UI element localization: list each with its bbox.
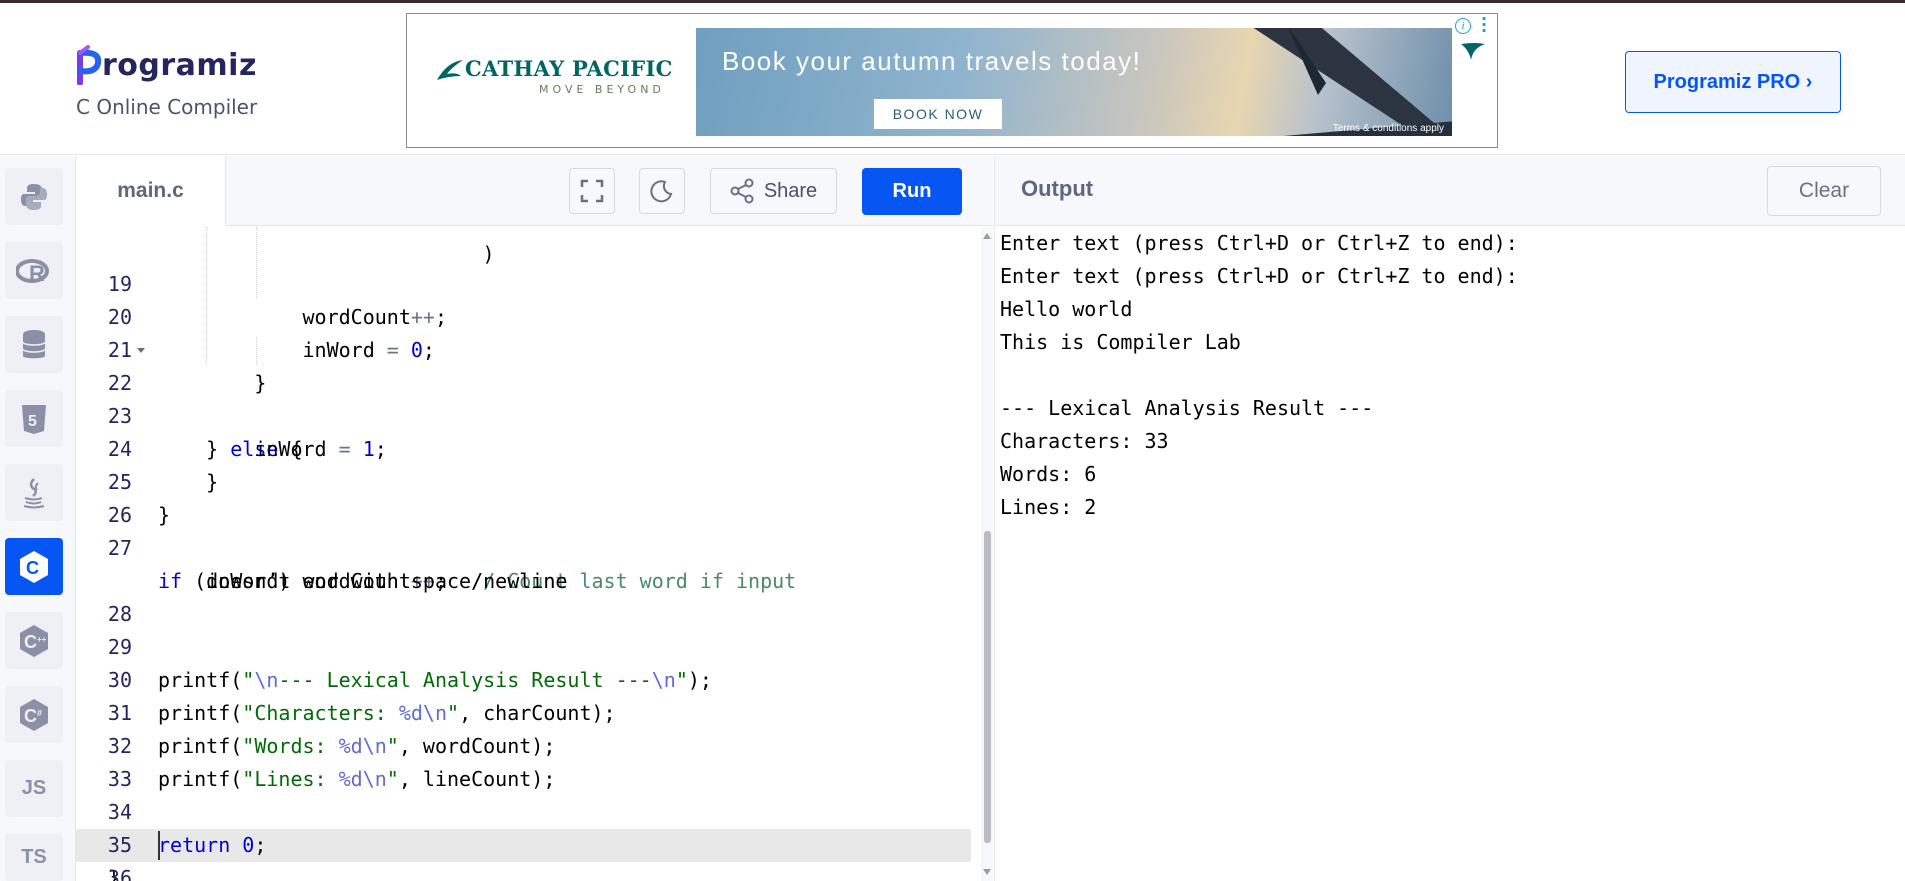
- output-line: This is Compiler Lab: [1000, 330, 1241, 354]
- language-html[interactable]: 5: [5, 390, 63, 447]
- language-sidebar: R 5 C C ++ C # JS TS: [0, 156, 76, 881]
- scrollbar-thumb[interactable]: [984, 531, 991, 843]
- code-line: 21 }: [76, 301, 971, 395]
- svg-text:R: R: [29, 261, 45, 285]
- r-lang-icon: R: [16, 258, 49, 285]
- ad-menu-icon[interactable]: · · ·: [1481, 14, 1487, 39]
- code-line: 36: [76, 829, 971, 881]
- output-line: Characters: 33: [1000, 429, 1169, 453]
- share-button[interactable]: Share: [710, 168, 837, 214]
- code-line: 35 }: [76, 796, 971, 881]
- ad-choices-arrow-icon[interactable]: [1459, 40, 1487, 62]
- moon-icon: [650, 180, 673, 203]
- run-button[interactable]: Run: [862, 168, 962, 215]
- js-icon: JS: [21, 777, 47, 799]
- language-sql[interactable]: [5, 316, 63, 373]
- ad-photo[interactable]: Book your autumn travels today! BOOK NOW…: [696, 28, 1452, 136]
- svg-text:C: C: [24, 706, 37, 726]
- html5-icon: 5: [22, 404, 46, 434]
- svg-text:#: #: [37, 708, 42, 718]
- programiz-logo[interactable]: rogramiz: [76, 41, 257, 89]
- language-cpp[interactable]: C ++: [5, 612, 63, 669]
- output-console[interactable]: Enter text (press Ctrl+D or Ctrl+Z to en…: [994, 227, 1905, 881]
- svg-text:C: C: [24, 632, 37, 652]
- fullscreen-button[interactable]: [569, 168, 615, 214]
- file-tab-main-c[interactable]: main.c: [76, 156, 226, 226]
- code-line: 29 printf("\n--- Lexical Analysis Result…: [76, 598, 971, 692]
- code-line: 25 }: [76, 433, 971, 527]
- language-csharp[interactable]: C #: [5, 686, 63, 743]
- code-line: 20 inWord = 0;: [76, 268, 971, 362]
- language-c[interactable]: C: [5, 538, 63, 595]
- java-icon: [23, 477, 45, 508]
- code-line: 27 if (inWord) wordCount++; // Count las…: [76, 499, 971, 593]
- code-line: 32 printf("Lines: %d\n", lineCount);: [76, 697, 971, 791]
- ad-brand: CATHAY PACIFIC MOVE BEYOND: [435, 56, 673, 96]
- code-line-wrapped: doesn’t end with space/newline: [158, 569, 568, 593]
- code-line: 30 printf("Characters: %d\n", charCount)…: [76, 631, 971, 725]
- output-line: Lines: 2: [1000, 495, 1097, 519]
- fold-arrow-icon[interactable]: [137, 348, 145, 353]
- database-icon: [22, 329, 46, 358]
- theme-toggle-button[interactable]: [639, 168, 685, 214]
- output-line: Enter text (press Ctrl+D or Ctrl+Z to en…: [1000, 231, 1518, 255]
- logo-text: rogramiz: [102, 47, 257, 83]
- language-python[interactable]: [5, 168, 63, 225]
- language-r[interactable]: R: [5, 242, 63, 299]
- advertisement-banner[interactable]: CATHAY PACIFIC MOVE BEYOND Book your aut…: [406, 13, 1498, 148]
- editor-scrollbar[interactable]: [981, 227, 993, 881]
- code-line: 23 inWord = 1;: [76, 367, 971, 461]
- line-number: 36: [107, 866, 132, 881]
- code-line: 28: [76, 565, 971, 626]
- ad-info-icon[interactable]: i: [1455, 18, 1471, 34]
- page-subtitle: C Online Compiler: [76, 95, 258, 119]
- output-line: Enter text (press Ctrl+D or Ctrl+Z to en…: [1000, 264, 1518, 288]
- airplane-wing-image: [1253, 28, 1452, 136]
- code-line: 31 printf("Words: %d\n", wordCount);: [76, 664, 971, 758]
- output-line: Words: 6: [1000, 462, 1097, 486]
- code-line: 26: [76, 466, 971, 527]
- clear-button[interactable]: Clear: [1767, 166, 1881, 216]
- code-editor[interactable]: ) 19 wordCount++; 20 inWord = 0; 21 } 22…: [76, 227, 993, 881]
- programiz-pro-button[interactable]: Programiz PRO ›: [1625, 51, 1841, 113]
- site-header: rogramiz C Online Compiler CATHAY PACIFI…: [0, 3, 1905, 155]
- share-label: Share: [763, 179, 818, 202]
- output-header: Output Clear: [994, 156, 1905, 226]
- share-icon: [730, 178, 754, 204]
- scroll-down-arrow-icon[interactable]: [983, 869, 991, 875]
- scroll-up-arrow-icon[interactable]: [983, 233, 991, 239]
- ad-brand-name: CATHAY PACIFIC: [465, 56, 673, 81]
- code-line: 34 return 0;: [76, 763, 971, 857]
- language-java[interactable]: [5, 464, 63, 521]
- code-line: 19 wordCount++;: [76, 235, 971, 329]
- ad-headline: Book your autumn travels today!: [722, 46, 1142, 76]
- fullscreen-icon: [580, 179, 604, 203]
- svg-text:5: 5: [28, 413, 37, 430]
- c-lang-icon: C: [20, 550, 48, 583]
- language-js[interactable]: JS: [5, 760, 63, 817]
- language-ts[interactable]: TS: [5, 834, 63, 881]
- programiz-logo-icon: [77, 45, 102, 85]
- svg-text:++: ++: [37, 635, 47, 644]
- ts-icon: TS: [21, 846, 47, 868]
- output-title: Output: [1021, 176, 1094, 201]
- code-line: 33: [76, 730, 971, 791]
- output-line: Hello world: [1000, 297, 1133, 321]
- text-cursor: [158, 831, 160, 860]
- cpp-icon: C ++: [20, 624, 48, 657]
- python-icon: [21, 183, 47, 210]
- svg-text:C: C: [26, 558, 39, 578]
- ad-brand-tagline: MOVE BEYOND: [539, 83, 665, 96]
- output-line: --- Lexical Analysis Result ---: [1000, 396, 1374, 420]
- book-now-button[interactable]: BOOK NOW: [874, 99, 1002, 129]
- ad-terms: Terms & conditions apply: [1332, 123, 1444, 134]
- csharp-icon: C #: [20, 698, 48, 731]
- editor-toolbar: main.c Share Run: [76, 156, 993, 226]
- code-line: 22 } else {: [76, 334, 971, 461]
- code-line: 24 }: [76, 400, 971, 494]
